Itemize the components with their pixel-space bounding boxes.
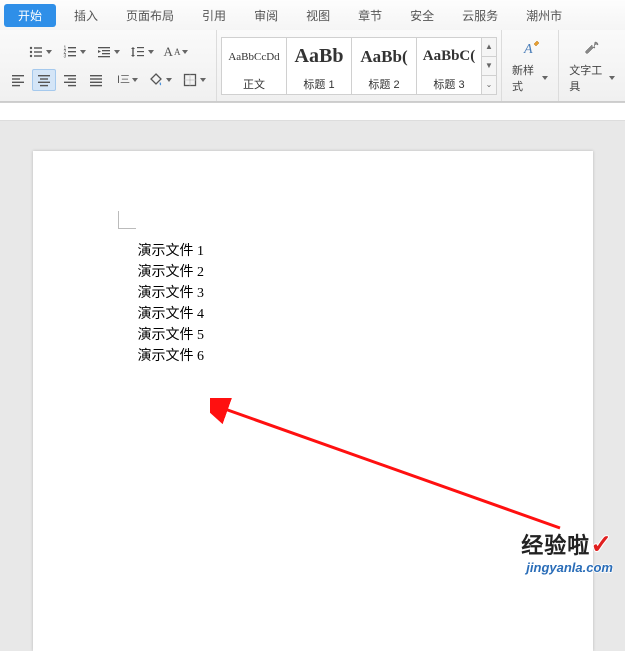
doc-line[interactable]: 演示文件 4 <box>138 304 593 325</box>
indent-button[interactable] <box>92 41 124 63</box>
ribbon: 开始 插入 页面布局 引用 审阅 视图 章节 安全 云服务 潮州市 123 <box>0 0 625 103</box>
tab-insert[interactable]: 插入 <box>60 0 112 30</box>
styles-scroll-down[interactable]: ▼ <box>482 57 496 76</box>
tab-layout[interactable]: 页面布局 <box>112 0 188 30</box>
align-right-button[interactable] <box>58 69 82 91</box>
margin-marker <box>118 211 136 229</box>
toolbar: 123 AA <box>0 30 625 102</box>
svg-text:Ⅰ三: Ⅰ三 <box>117 75 130 86</box>
styles-scroll[interactable]: ▲ ▼ ⌄ <box>481 37 497 95</box>
styles-group: AaBbCcDd 正文 AaBb 标题 1 AaBb( 标题 2 AaBbC( … <box>217 30 502 101</box>
page[interactable]: 演示文件 1 演示文件 2 演示文件 3 演示文件 4 演示文件 5 演示文件 … <box>33 151 593 651</box>
style-normal[interactable]: AaBbCcDd 正文 <box>221 37 287 95</box>
styles-expand[interactable]: ⌄ <box>482 76 496 94</box>
doc-line[interactable]: 演示文件 3 <box>138 283 593 304</box>
style-heading1[interactable]: AaBb 标题 1 <box>286 37 352 95</box>
styles-scroll-up[interactable]: ▲ <box>482 38 496 57</box>
style-heading3[interactable]: AaBbC( 标题 3 <box>416 37 482 95</box>
tab-start[interactable]: 开始 <box>4 4 56 27</box>
doc-line[interactable]: 演示文件 6 <box>138 346 593 367</box>
bullets-button[interactable] <box>24 41 56 63</box>
tab-security[interactable]: 安全 <box>396 0 448 30</box>
ruler <box>0 103 625 121</box>
doc-line[interactable]: 演示文件 1 <box>138 241 593 262</box>
line-spacing-button[interactable] <box>126 41 158 63</box>
tab-bar: 开始 插入 页面布局 引用 审阅 视图 章节 安全 云服务 潮州市 <box>0 0 625 30</box>
align-justify-button[interactable] <box>84 69 108 91</box>
align-center-button[interactable] <box>32 69 56 91</box>
style-heading2[interactable]: AaBb( 标题 2 <box>351 37 417 95</box>
watermark: 经验啦✓ jingyanla.com <box>521 528 613 575</box>
tab-view[interactable]: 视图 <box>292 0 344 30</box>
tab-cloud[interactable]: 云服务 <box>448 0 512 30</box>
doc-line[interactable]: 演示文件 5 <box>138 325 593 346</box>
new-style-icon: A <box>519 38 541 60</box>
paragraph-group: 123 AA <box>0 30 217 101</box>
wrench-icon <box>581 38 603 60</box>
tab-chapter[interactable]: 章节 <box>344 0 396 30</box>
tab-extra[interactable]: 潮州市 <box>512 0 576 30</box>
font-size-button[interactable]: AA <box>160 41 192 63</box>
borders-button[interactable] <box>178 69 210 91</box>
svg-text:3: 3 <box>64 53 67 59</box>
shading-button[interactable] <box>144 69 176 91</box>
text-direction-button[interactable]: Ⅰ三 <box>110 69 142 91</box>
align-left-button[interactable] <box>6 69 30 91</box>
new-style-button[interactable]: A 新样式 <box>502 30 559 101</box>
doc-line[interactable]: 演示文件 2 <box>138 262 593 283</box>
tab-review[interactable]: 审阅 <box>240 0 292 30</box>
svg-text:A: A <box>523 42 533 57</box>
text-tool-button[interactable]: 文字工具 <box>559 30 625 101</box>
numbering-button[interactable]: 123 <box>58 41 90 63</box>
tab-reference[interactable]: 引用 <box>188 0 240 30</box>
